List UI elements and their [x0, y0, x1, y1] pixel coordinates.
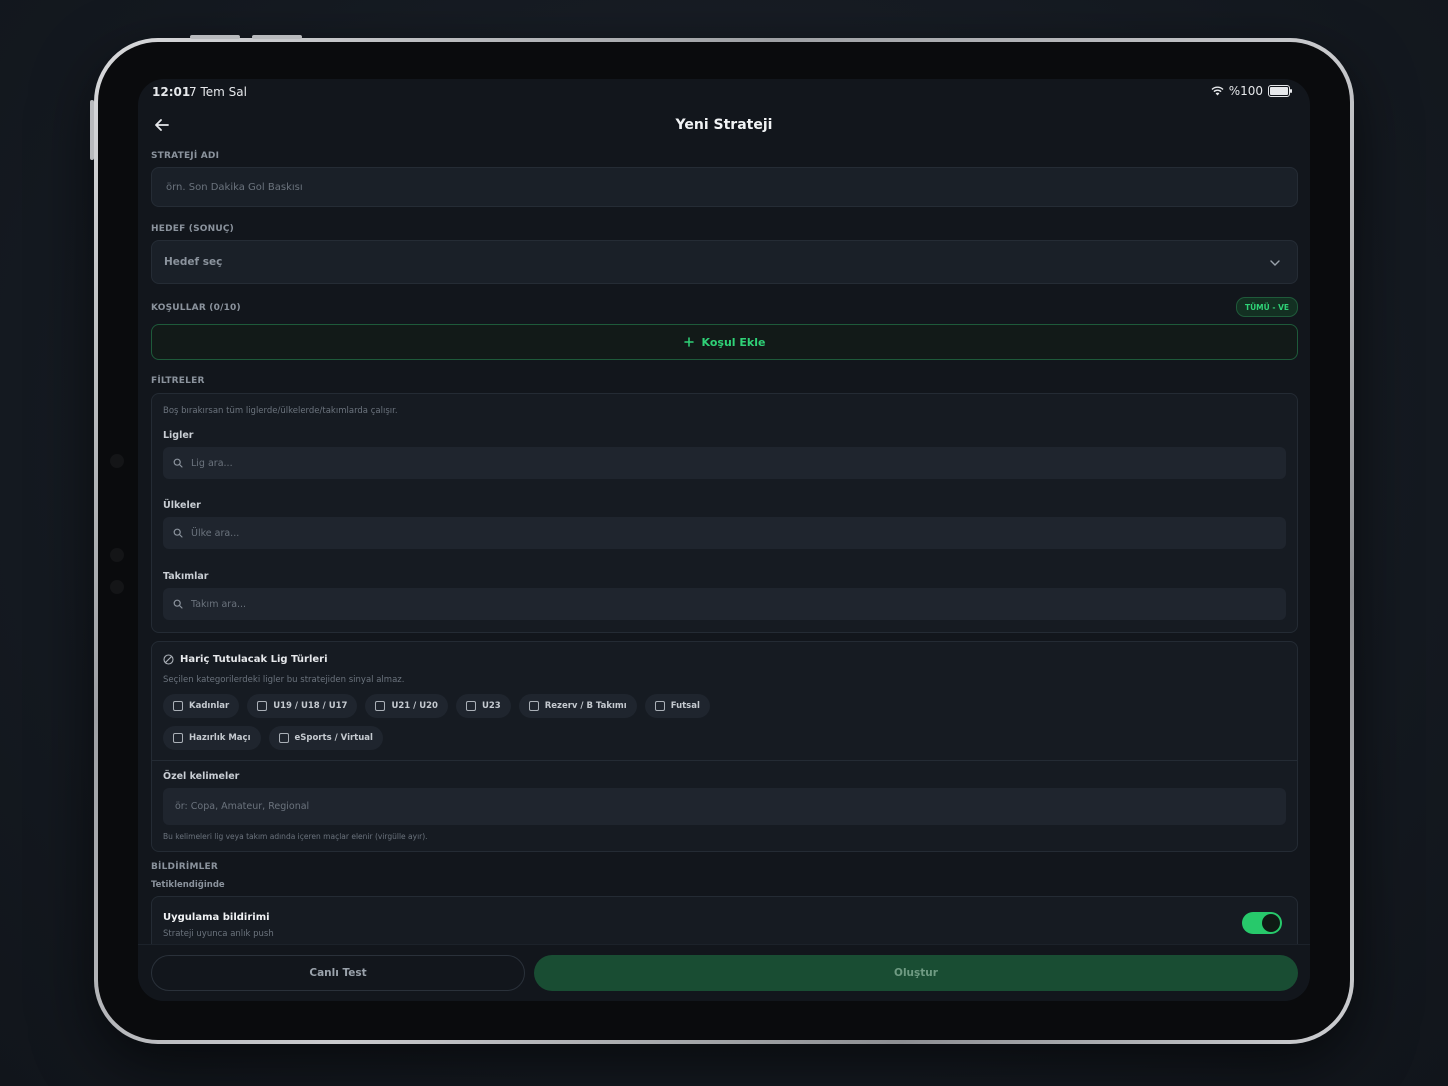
- battery-icon: [1268, 85, 1292, 97]
- add-condition-button[interactable]: Koşul Ekle: [151, 324, 1298, 360]
- toggle-knob: [1262, 914, 1280, 932]
- checkbox-icon: [173, 701, 183, 711]
- notifications-label: BİLDİRİMLER: [151, 862, 219, 872]
- keywords-label: Özel kelimeler: [163, 771, 240, 782]
- keywords-placeholder: ör: Copa, Amateur, Regional: [175, 801, 310, 812]
- app-notification-toggle[interactable]: [1242, 912, 1282, 934]
- strategy-name-input[interactable]: örn. Son Dakika Gol Baskısı: [151, 167, 1298, 207]
- leagues-label: Ligler: [163, 430, 194, 441]
- create-button[interactable]: Oluştur: [534, 955, 1298, 991]
- camera-dot: [110, 548, 124, 562]
- filters-label: FİLTRELER: [151, 376, 205, 386]
- filters-card: Boş bırakırsan tüm liglerde/ülkelerde/ta…: [151, 393, 1298, 633]
- app-screen: 12:01 7 Tem Sal %100 Yeni Strateji STRAT…: [138, 79, 1310, 1001]
- league-search-input[interactable]: Lig ara...: [163, 447, 1286, 479]
- chip-reserve[interactable]: Rezerv / B Takımı: [518, 694, 637, 718]
- conditions-logic-badge[interactable]: TÜMÜ - VE: [1235, 297, 1298, 317]
- trigger-label: Tetiklendiğinde: [151, 880, 225, 890]
- chip-label: Rezerv / B Takımı: [544, 701, 627, 711]
- chip-futsal[interactable]: Futsal: [644, 694, 710, 718]
- chip-women[interactable]: Kadınlar: [163, 694, 240, 718]
- country-search-input[interactable]: Ülke ara...: [163, 517, 1286, 549]
- bottom-action-bar: Canlı Test Oluştur: [138, 944, 1310, 1001]
- battery-percent: %100: [1228, 84, 1263, 98]
- conditions-logic-text: TÜMÜ - VE: [1244, 302, 1289, 312]
- nav-bar: Yeni Strateji: [138, 109, 1310, 139]
- camera-dot: [110, 580, 124, 594]
- app-notification-desc: Strateji uyunca anlık push: [163, 929, 274, 939]
- search-icon: [173, 458, 183, 468]
- checkbox-icon: [278, 733, 289, 743]
- excluded-chip-list: Kadınlar U19 / U18 / U17 U21 / U20 U23 R…: [163, 694, 803, 750]
- excluded-hint: Seçilen kategorilerdeki ligler bu strate…: [163, 675, 405, 685]
- live-test-label: Canlı Test: [309, 967, 367, 979]
- wifi-icon: [1211, 86, 1224, 96]
- camera-dot: [110, 454, 124, 468]
- chip-u19[interactable]: U19 / U18 / U17: [247, 694, 358, 718]
- app-notification-title: Uygulama bildirimi: [163, 912, 270, 923]
- checkbox-icon: [465, 701, 476, 711]
- checkbox-icon: [173, 733, 183, 743]
- status-bar: 12:01 7 Tem Sal %100: [138, 79, 1310, 105]
- chip-label: eSports / Virtual: [294, 733, 373, 743]
- chip-friendly[interactable]: Hazırlık Maçı: [163, 726, 261, 750]
- target-select-value: Hedef seç: [164, 256, 223, 268]
- plus-icon: [683, 337, 694, 347]
- block-icon: [163, 654, 174, 665]
- chip-u23[interactable]: U23: [455, 694, 511, 718]
- chip-label: Kadınlar: [189, 701, 230, 711]
- strategy-name-label: STRATEJİ ADI: [151, 151, 220, 161]
- status-date: 7 Tem Sal: [189, 85, 247, 99]
- excluded-header: Hariç Tutulacak Lig Türleri: [163, 654, 328, 665]
- chip-label: Futsal: [670, 701, 700, 711]
- league-search-placeholder: Lig ara...: [191, 457, 233, 469]
- search-icon: [173, 528, 183, 538]
- checkbox-icon: [528, 701, 539, 711]
- country-search-placeholder: Ülke ara...: [191, 527, 240, 539]
- chip-esports[interactable]: eSports / Virtual: [268, 726, 383, 750]
- checkbox-icon: [654, 701, 665, 711]
- page-title: Yeni Strateji: [675, 117, 773, 133]
- chip-label: U23: [481, 701, 501, 711]
- live-test-button[interactable]: Canlı Test: [151, 955, 525, 991]
- chip-label: U21 / U20: [391, 701, 438, 711]
- team-search-placeholder: Takım ara...: [191, 598, 247, 610]
- chip-u21[interactable]: U21 / U20: [365, 694, 448, 718]
- countries-label: Ülkeler: [163, 500, 201, 511]
- team-search-input[interactable]: Takım ara...: [163, 588, 1286, 620]
- checkbox-icon: [375, 701, 386, 711]
- excluded-title: Hariç Tutulacak Lig Türleri: [180, 654, 328, 665]
- strategy-name-placeholder: örn. Son Dakika Gol Baskısı: [166, 181, 303, 193]
- teams-label: Takımlar: [163, 571, 209, 582]
- chip-label: Hazırlık Maçı: [189, 733, 251, 743]
- filters-hint: Boş bırakırsan tüm liglerde/ülkelerde/ta…: [163, 406, 398, 416]
- search-icon: [173, 599, 183, 609]
- excluded-leagues-card: Hariç Tutulacak Lig Türleri Seçilen kate…: [151, 641, 1298, 852]
- keywords-hint: Bu kelimeleri lig veya takım adında içer…: [163, 832, 428, 841]
- chevron-down-icon: [1270, 260, 1280, 266]
- target-label: HEDEF (SONUÇ): [151, 224, 234, 234]
- create-label: Oluştur: [894, 967, 938, 979]
- volume-button: [252, 35, 302, 39]
- conditions-label: KOŞULLAR (0/10): [151, 303, 241, 313]
- chip-label: U19 / U18 / U17: [273, 701, 348, 711]
- status-time: 12:01: [152, 85, 191, 99]
- checkbox-icon: [257, 701, 268, 711]
- keywords-input[interactable]: ör: Copa, Amateur, Regional: [163, 788, 1286, 825]
- divider: [152, 760, 1297, 761]
- add-condition-label: Koşul Ekle: [701, 335, 766, 349]
- volume-button: [190, 35, 240, 39]
- power-button: [90, 100, 94, 160]
- target-select[interactable]: Hedef seç: [151, 240, 1298, 284]
- status-right: %100: [1211, 84, 1292, 98]
